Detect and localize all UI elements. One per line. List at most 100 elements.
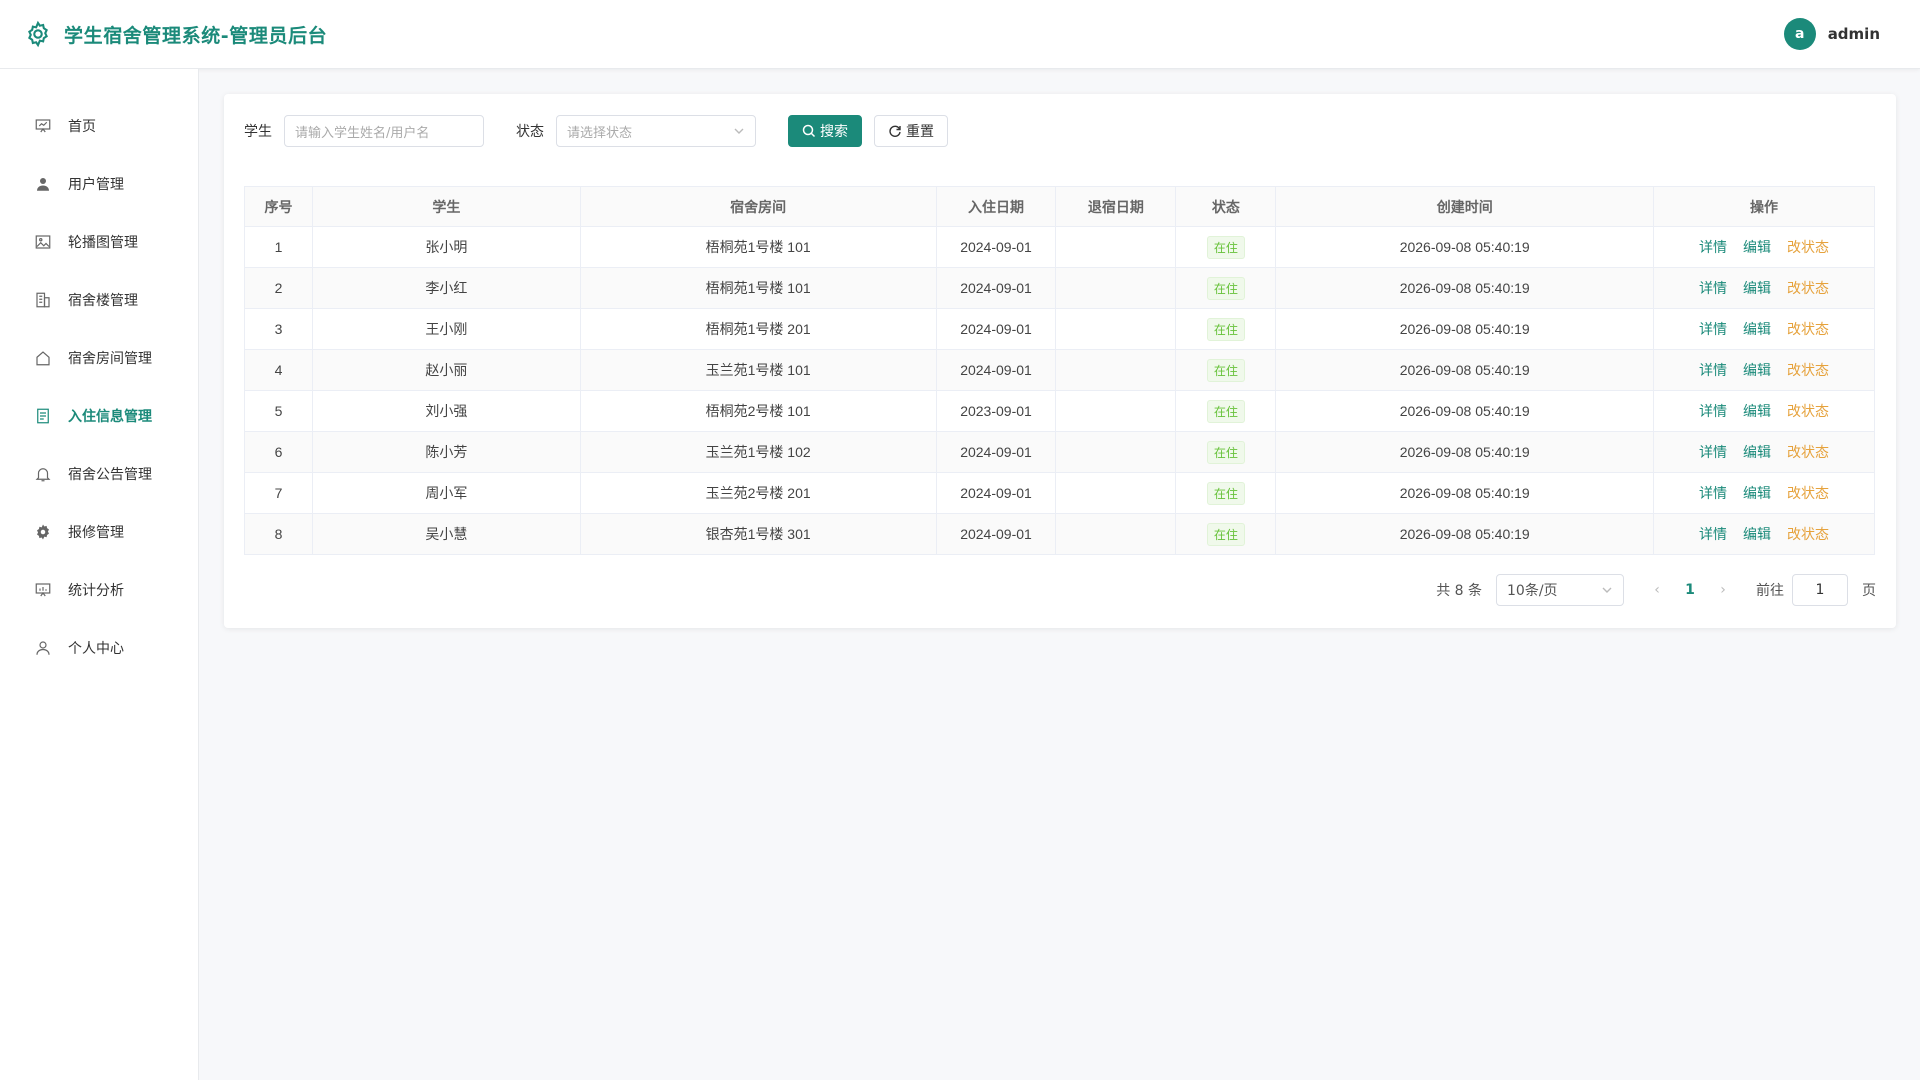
cell-created: 2026-09-08 05:40:19 <box>1275 390 1655 432</box>
detail-link[interactable]: 详情 <box>1699 239 1727 255</box>
sidebar-item-profile[interactable]: 个人中心 <box>0 619 198 677</box>
sidebar-item-buildings[interactable]: 宿舍楼管理 <box>0 271 198 329</box>
change-status-link[interactable]: 改状态 <box>1787 362 1829 378</box>
col-header-room: 宿舍房间 <box>579 186 937 227</box>
checkin-table: 序号 学生 宿舍房间 入住日期 退宿日期 状态 创建时间 操作 1 张小明 梧桐… <box>244 186 1875 555</box>
cell-room: 梧桐苑1号楼 101 <box>579 267 937 309</box>
edit-link[interactable]: 编辑 <box>1743 239 1771 255</box>
detail-link[interactable]: 详情 <box>1699 485 1727 501</box>
change-status-link[interactable]: 改状态 <box>1787 485 1829 501</box>
edit-link[interactable]: 编辑 <box>1743 403 1771 419</box>
change-status-link[interactable]: 改状态 <box>1787 280 1829 296</box>
change-status-link[interactable]: 改状态 <box>1787 321 1829 337</box>
sidebar-item-checkin[interactable]: 入住信息管理 <box>0 387 198 445</box>
cell-index: 8 <box>244 513 313 555</box>
cell-checkin: 2024-09-01 <box>935 267 1057 309</box>
gear-icon <box>37 524 49 540</box>
sidebar-item-label: 宿舍房间管理 <box>68 351 152 367</box>
bell-icon <box>35 468 51 482</box>
sidebar-item-label: 个人中心 <box>68 641 124 657</box>
change-status-link[interactable]: 改状态 <box>1787 444 1829 460</box>
cell-student: 李小红 <box>311 267 581 309</box>
sidebar-item-home[interactable]: 首页 <box>0 97 198 155</box>
table-row: 1 张小明 梧桐苑1号楼 101 2024-09-01 在住 2026-09-0… <box>244 226 1875 268</box>
cell-actions: 详情 编辑 改状态 <box>1653 349 1875 391</box>
user-icon <box>37 178 49 191</box>
sidebar-item-notices[interactable]: 宿舍公告管理 <box>0 445 198 503</box>
avatar[interactable]: a <box>1783 18 1816 50</box>
cell-index: 7 <box>244 472 313 514</box>
cell-index: 2 <box>244 267 313 309</box>
change-status-link[interactable]: 改状态 <box>1787 403 1829 419</box>
col-header-student: 学生 <box>311 186 581 227</box>
page-number-current[interactable]: 1 <box>1680 582 1700 598</box>
refresh-icon <box>889 125 901 137</box>
sidebar-item-rooms[interactable]: 宿舍房间管理 <box>0 329 198 387</box>
table-row: 5 刘小强 梧桐苑2号楼 101 2023-09-01 在住 2026-09-0… <box>244 390 1875 432</box>
cell-checkin: 2024-09-01 <box>935 513 1057 555</box>
top-header: 学生宿舍管理系统-管理员后台 a admin <box>0 0 1920 69</box>
search-button[interactable]: 搜索 <box>788 115 862 147</box>
cell-room: 梧桐苑1号楼 101 <box>579 226 937 268</box>
student-search-input[interactable]: 请输入学生姓名/用户名 <box>284 115 484 147</box>
edit-link[interactable]: 编辑 <box>1743 321 1771 337</box>
sidebar-item-carousel[interactable]: 轮播图管理 <box>0 213 198 271</box>
status-select[interactable]: 请选择状态 <box>556 115 756 147</box>
cell-student: 周小军 <box>311 472 581 514</box>
table-row: 2 李小红 梧桐苑1号楼 101 2024-09-01 在住 2026-09-0… <box>244 267 1875 309</box>
reset-button[interactable]: 重置 <box>874 115 948 147</box>
status-badge: 在住 <box>1206 276 1245 300</box>
status-badge: 在住 <box>1206 522 1245 546</box>
detail-link[interactable]: 详情 <box>1699 280 1727 296</box>
cell-room: 玉兰苑2号楼 201 <box>579 472 937 514</box>
sidebar-item-label: 入住信息管理 <box>68 409 152 425</box>
detail-link[interactable]: 详情 <box>1699 362 1727 378</box>
edit-link[interactable]: 编辑 <box>1743 362 1771 378</box>
next-page-button[interactable]: › <box>1714 582 1732 598</box>
prev-page-button[interactable]: ‹ <box>1648 582 1666 598</box>
sidebar-item-label: 用户管理 <box>68 177 124 193</box>
detail-link[interactable]: 详情 <box>1699 444 1727 460</box>
change-status-link[interactable]: 改状态 <box>1787 239 1829 255</box>
building-icon <box>36 292 50 308</box>
edit-link[interactable]: 编辑 <box>1743 485 1771 501</box>
detail-link[interactable]: 详情 <box>1699 526 1727 542</box>
sidebar-item-users[interactable]: 用户管理 <box>0 155 198 213</box>
sidebar-item-stats[interactable]: 统计分析 <box>0 561 198 619</box>
table-row: 3 王小刚 梧桐苑1号楼 201 2024-09-01 在住 2026-09-0… <box>244 308 1875 350</box>
detail-link[interactable]: 详情 <box>1699 403 1727 419</box>
change-status-link[interactable]: 改状态 <box>1787 526 1829 542</box>
status-badge: 在住 <box>1206 317 1245 341</box>
cell-actions: 详情 编辑 改状态 <box>1653 308 1875 350</box>
page-size-select[interactable]: 10条/页 <box>1496 574 1624 606</box>
status-select-placeholder: 请选择状态 <box>567 125 633 141</box>
cell-created: 2026-09-08 05:40:19 <box>1275 308 1655 350</box>
cell-actions: 详情 编辑 改状态 <box>1653 431 1875 473</box>
cell-actions: 详情 编辑 改状态 <box>1653 513 1875 555</box>
home-chart-icon <box>35 119 51 133</box>
user-menu[interactable]: a admin <box>1783 18 1920 50</box>
sidebar-item-repairs[interactable]: 报修管理 <box>0 503 198 561</box>
table-header-row: 序号 学生 宿舍房间 入住日期 退宿日期 状态 创建时间 操作 <box>244 186 1875 227</box>
content-card: 学生 请输入学生姓名/用户名 状态 请选择状态 搜索 重置 序号 学生 宿舍房间… <box>224 94 1896 628</box>
edit-link[interactable]: 编辑 <box>1743 444 1771 460</box>
edit-link[interactable]: 编辑 <box>1743 280 1771 296</box>
cell-status: 在住 <box>1175 472 1277 514</box>
cell-index: 6 <box>244 431 313 473</box>
goto-page-input[interactable]: 1 <box>1792 574 1848 606</box>
chevron-down-icon <box>734 128 744 134</box>
cell-checkin: 2024-09-01 <box>935 349 1057 391</box>
cell-student: 刘小强 <box>311 390 581 432</box>
edit-link[interactable]: 编辑 <box>1743 526 1771 542</box>
page-size-value: 10条/页 <box>1507 583 1558 599</box>
goto-label: 前往 <box>1756 583 1784 599</box>
table-row: 4 赵小丽 玉兰苑1号楼 101 2024-09-01 在住 2026-09-0… <box>244 349 1875 391</box>
cell-status: 在住 <box>1175 267 1277 309</box>
cell-checkout <box>1055 226 1177 268</box>
status-badge: 在住 <box>1206 481 1245 505</box>
cell-created: 2026-09-08 05:40:19 <box>1275 513 1655 555</box>
detail-link[interactable]: 详情 <box>1699 321 1727 337</box>
username[interactable]: admin <box>1828 25 1880 43</box>
cell-room: 梧桐苑2号楼 101 <box>579 390 937 432</box>
sidebar-item-label: 首页 <box>68 119 96 135</box>
